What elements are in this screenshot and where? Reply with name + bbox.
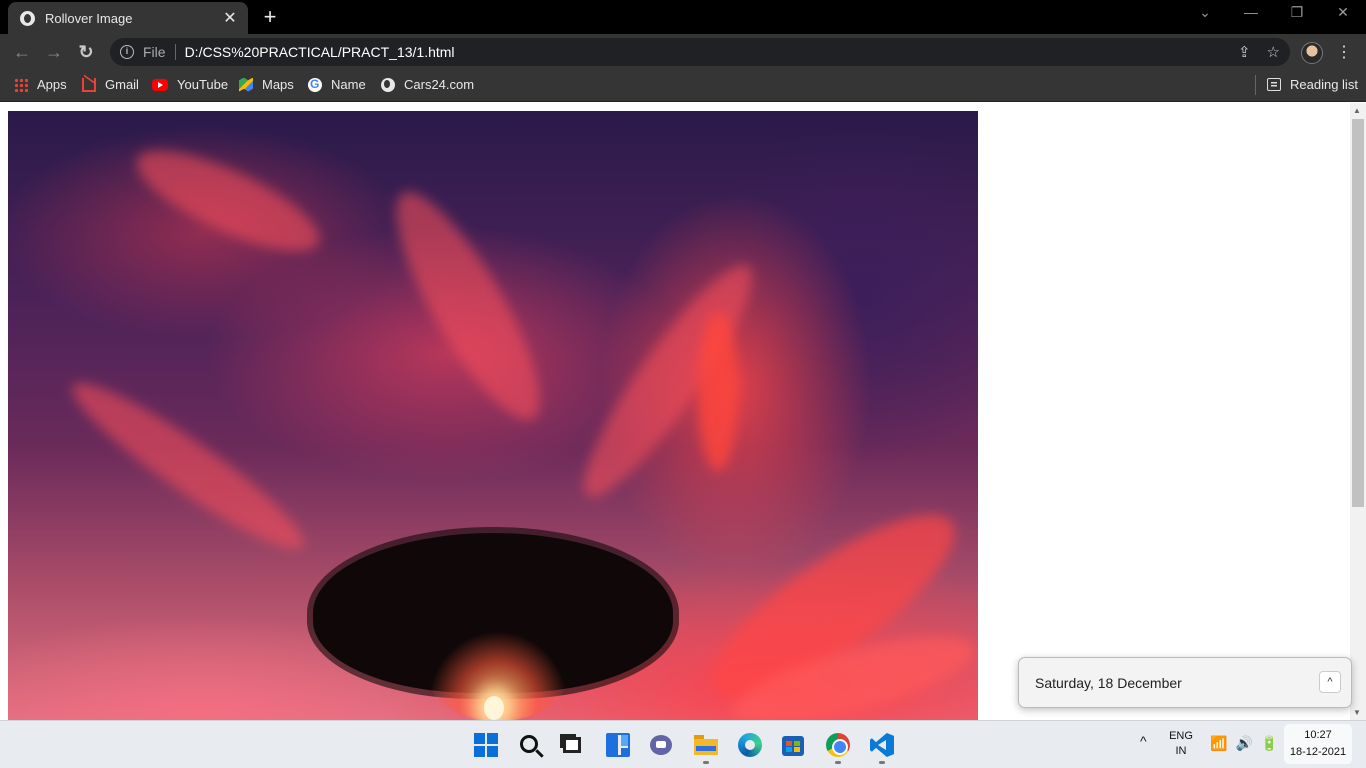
running-indicator bbox=[703, 761, 709, 764]
collapse-chevron-up-icon[interactable]: ^ bbox=[1319, 671, 1341, 693]
close-window-button[interactable]: ✕ bbox=[1328, 4, 1358, 21]
system-tray-quick-settings[interactable]: 📶 🔊 🔋 bbox=[1210, 735, 1278, 752]
cloud-streak bbox=[124, 131, 332, 271]
address-bar[interactable]: i File D:/CSS%20PRACTICAL/PRACT_13/1.htm… bbox=[110, 38, 1290, 66]
tab-close-button[interactable]: ✕ bbox=[222, 8, 238, 28]
bookmark-maps[interactable]: Maps bbox=[239, 77, 294, 92]
page-scrollbar[interactable]: ▲ ▼ bbox=[1350, 103, 1366, 720]
bookmark-youtube[interactable]: YouTube bbox=[152, 77, 228, 92]
cloud-streak bbox=[698, 311, 738, 471]
bookmark-gmail[interactable]: Gmail bbox=[82, 77, 139, 92]
search-icon[interactable] bbox=[520, 735, 538, 753]
gmail-icon bbox=[82, 77, 96, 92]
cloud-streak bbox=[58, 365, 318, 567]
globe-icon bbox=[20, 10, 35, 26]
omnibox-actions: ⇪ ☆ bbox=[1238, 43, 1280, 61]
forward-button[interactable]: → bbox=[42, 40, 66, 64]
scroll-up-arrow-icon[interactable]: ▲ bbox=[1353, 106, 1361, 115]
file-explorer-icon[interactable] bbox=[694, 733, 718, 757]
region-code: IN bbox=[1175, 745, 1187, 757]
sun bbox=[484, 696, 504, 720]
page-content bbox=[0, 103, 1350, 720]
tab-title: Rollover Image bbox=[45, 10, 133, 26]
scheme-label: File bbox=[143, 44, 166, 60]
profile-avatar[interactable] bbox=[1301, 42, 1323, 64]
bookmarks-bar: Apps Gmail YouTube Maps Name Cars24.com bbox=[0, 70, 1366, 102]
start-windows-icon[interactable] bbox=[474, 733, 498, 757]
task-view-icon[interactable] bbox=[563, 737, 581, 753]
restore-button[interactable]: ❐ bbox=[1282, 4, 1312, 21]
taskbar-clock[interactable]: 10:27 18-12-2021 bbox=[1284, 724, 1352, 764]
back-button[interactable]: ← bbox=[10, 40, 34, 64]
battery-icon: 🔋 bbox=[1260, 735, 1279, 751]
teams-chat-icon[interactable] bbox=[650, 735, 672, 755]
tab-rollover-image[interactable]: Rollover Image ✕ bbox=[8, 2, 248, 34]
url-text[interactable]: D:/CSS%20PRACTICAL/PRACT_13/1.html bbox=[185, 44, 455, 60]
rollover-image[interactable] bbox=[8, 111, 978, 720]
vscode-icon[interactable] bbox=[870, 733, 894, 757]
running-indicator bbox=[879, 761, 885, 764]
wifi-icon: 📶 bbox=[1210, 735, 1228, 751]
maps-icon bbox=[239, 77, 253, 92]
bookmark-label: YouTube bbox=[177, 77, 229, 92]
cloud-streak bbox=[563, 249, 773, 513]
new-tab-button[interactable]: + bbox=[258, 6, 282, 28]
bookmark-label: Apps bbox=[37, 77, 67, 92]
widgets-icon[interactable] bbox=[606, 733, 630, 757]
show-hidden-icons-chevron-icon[interactable]: ^ bbox=[1140, 733, 1147, 749]
scroll-down-arrow-icon[interactable]: ▼ bbox=[1353, 708, 1361, 717]
bookmark-label: Gmail bbox=[105, 77, 139, 92]
browser-toolbar: ← → ↻ i File D:/CSS%20PRACTICAL/PRACT_13… bbox=[0, 34, 1366, 70]
reading-list-icon bbox=[1267, 78, 1281, 91]
info-icon[interactable]: i bbox=[120, 45, 134, 59]
language-code: ENG bbox=[1169, 730, 1193, 742]
youtube-icon bbox=[152, 78, 168, 91]
input-language-indicator[interactable]: ENG IN bbox=[1166, 729, 1196, 759]
clock-time: 10:27 bbox=[1304, 729, 1332, 741]
microsoft-store-icon[interactable] bbox=[782, 736, 804, 756]
chrome-icon[interactable] bbox=[826, 733, 850, 757]
windows-taskbar bbox=[0, 720, 1366, 768]
browser-menu-button[interactable]: ⋮ bbox=[1336, 42, 1352, 62]
bookmark-cars24[interactable]: Cars24.com bbox=[381, 77, 474, 92]
cloud-streak bbox=[372, 175, 564, 437]
edge-icon[interactable] bbox=[738, 733, 762, 757]
share-icon[interactable]: ⇪ bbox=[1238, 43, 1251, 61]
apps-grid-icon bbox=[14, 77, 28, 92]
bookmark-star-icon[interactable]: ☆ bbox=[1267, 43, 1280, 61]
calendar-date-panel[interactable]: Saturday, 18 December ^ bbox=[1018, 657, 1352, 708]
bookmark-name[interactable]: Name bbox=[308, 77, 366, 92]
running-indicator bbox=[835, 761, 841, 764]
reading-list-button[interactable]: Reading list bbox=[1267, 77, 1358, 92]
volume-icon: 🔊 bbox=[1235, 735, 1253, 751]
reading-list-label: Reading list bbox=[1290, 77, 1358, 92]
bookmark-label: Maps bbox=[262, 77, 294, 92]
bookmark-label: Name bbox=[331, 77, 366, 92]
clock-date: 18-12-2021 bbox=[1289, 746, 1347, 758]
globe-icon bbox=[381, 77, 395, 92]
bookmark-apps[interactable]: Apps bbox=[14, 77, 67, 92]
bookmark-label: Cars24.com bbox=[404, 77, 475, 92]
tab-search-chevron-icon[interactable]: ⌄ bbox=[1190, 4, 1220, 21]
minimize-button[interactable]: — bbox=[1236, 4, 1266, 20]
reload-button[interactable]: ↻ bbox=[74, 40, 98, 64]
scrollbar-thumb[interactable] bbox=[1352, 119, 1364, 507]
browser-titlebar: Rollover Image ✕ + ⌄ — ❐ ✕ bbox=[0, 0, 1366, 34]
omnibox-divider bbox=[174, 44, 176, 60]
date-heading: Saturday, 18 December bbox=[1035, 674, 1182, 691]
bookmarks-divider bbox=[1255, 75, 1256, 95]
google-icon bbox=[308, 77, 322, 92]
